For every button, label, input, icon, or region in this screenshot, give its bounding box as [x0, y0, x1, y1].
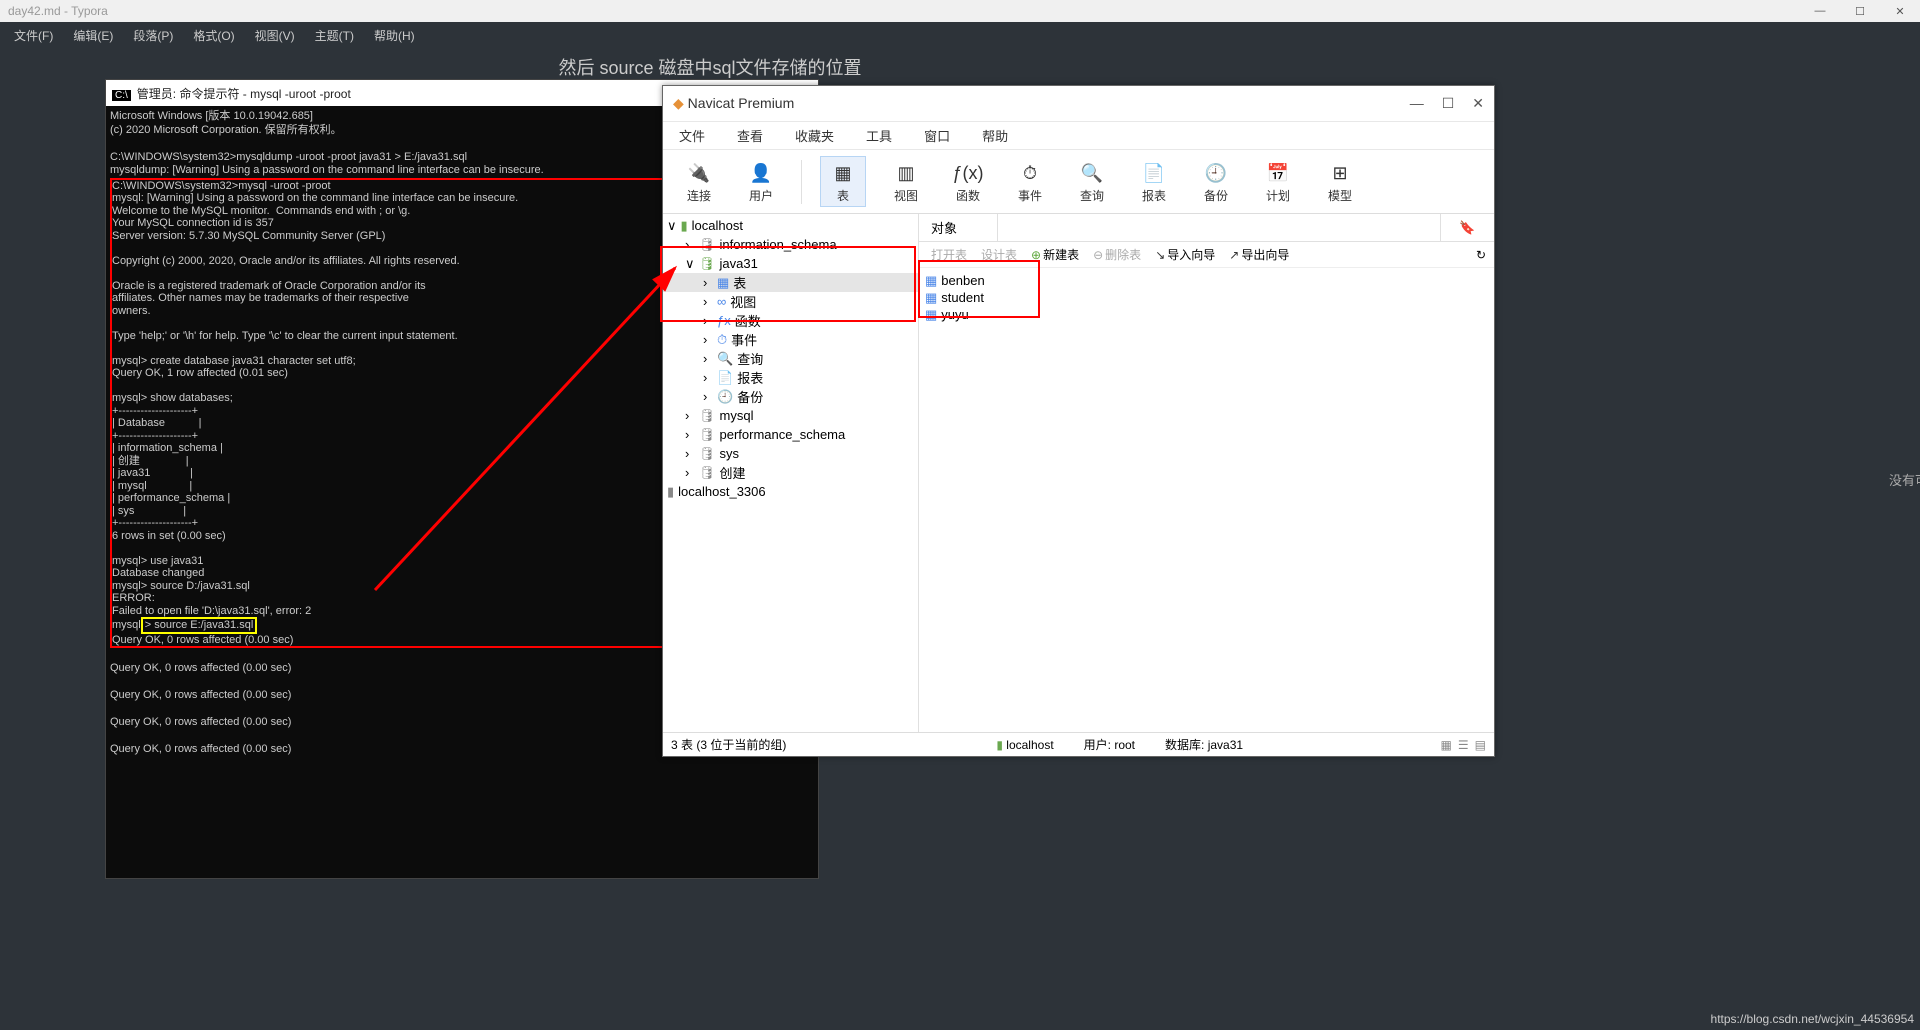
- menu-file[interactable]: 文件: [679, 126, 705, 145]
- list-view-icon[interactable]: ☰: [1458, 738, 1469, 752]
- navicat-toolbar: 🔌连接 👤用户 ▦表 ▥视图 ƒ(x)函数 ⏱事件 🔍查询 📄报表 🕘备份 📅计划 ⊞模型: [663, 150, 1494, 214]
- truncated-sidebar-text: 没有可: [1889, 470, 1920, 489]
- maximize-button[interactable]: ☐: [1840, 0, 1880, 22]
- maximize-button[interactable]: ☐: [1442, 95, 1455, 112]
- menu-paragraph[interactable]: 段落(P): [125, 27, 181, 44]
- menu-help[interactable]: 帮助: [982, 126, 1008, 145]
- tree-extra[interactable]: ▮localhost_3306: [663, 482, 918, 501]
- close-button[interactable]: ✕: [1880, 0, 1920, 22]
- navicat-window: ◆ Navicat Premium — ☐ ✕ 文件 查看 收藏夹 工具 窗口 …: [662, 85, 1495, 757]
- menu-view[interactable]: 查看: [737, 126, 763, 145]
- menu-tools[interactable]: 工具: [866, 126, 892, 145]
- action-删除表: ⊖ 删除表: [1093, 246, 1141, 263]
- annotation-redbox-tables: [918, 260, 1040, 318]
- toolbar-表[interactable]: ▦表: [820, 156, 866, 207]
- action-导入向导[interactable]: ↘ 导入向导: [1155, 246, 1215, 263]
- toolbar-报表[interactable]: 📄报表: [1132, 157, 1176, 206]
- action-导出向导[interactable]: ↗ 导出向导: [1229, 246, 1289, 263]
- status-db: 数据库: java31: [1165, 736, 1243, 753]
- cmd-output-pre: Microsoft Windows [版本 10.0.19042.685] (c…: [110, 110, 544, 176]
- menu-window[interactable]: 窗口: [924, 126, 950, 145]
- toolbar-查询[interactable]: 🔍查询: [1070, 157, 1114, 206]
- menu-edit[interactable]: 编辑(E): [65, 27, 121, 44]
- navicat-window-buttons: — ☐ ✕: [1410, 95, 1484, 112]
- menu-format[interactable]: 格式(O): [185, 27, 242, 44]
- toolbar-备份[interactable]: 🕘备份: [1194, 157, 1238, 206]
- header-side-icons: 🔖: [1440, 214, 1494, 241]
- minimize-button[interactable]: —: [1410, 95, 1424, 112]
- object-search[interactable]: [997, 214, 1440, 241]
- menu-theme[interactable]: 主题(T): [307, 27, 362, 44]
- table-list[interactable]: ▦benben▦student▦yuyu: [919, 268, 1494, 732]
- toolbar-事件[interactable]: ⏱事件: [1008, 157, 1052, 206]
- objects-label: 对象: [919, 218, 997, 237]
- menu-help[interactable]: 帮助(H): [366, 27, 423, 44]
- cmd-yellow-prefix: mysql: [112, 619, 141, 631]
- grid-view-icon[interactable]: ▦: [1441, 738, 1452, 752]
- annotation-redbox-tree: [660, 246, 916, 322]
- toolbar-用户[interactable]: 👤用户: [739, 157, 783, 206]
- navicat-logo-icon: ◆: [673, 95, 684, 111]
- tree-child-报表[interactable]: ›📄报表: [663, 368, 918, 387]
- tree-db-sys[interactable]: ›🛢sys: [663, 444, 918, 463]
- typora-title: day42.md - Typora: [8, 4, 108, 18]
- navicat-title: Navicat Premium: [688, 95, 795, 111]
- tag-icon[interactable]: 🔖: [1459, 220, 1475, 236]
- minimize-button[interactable]: —: [1800, 0, 1840, 22]
- watermark: https://blog.csdn.net/wcjxin_44536954: [1711, 1012, 1914, 1026]
- navicat-menu: 文件 查看 收藏夹 工具 窗口 帮助: [663, 122, 1494, 150]
- close-button[interactable]: ✕: [1472, 95, 1484, 112]
- refresh-icon[interactable]: ↻: [1476, 248, 1494, 262]
- toolbar-函数[interactable]: ƒ(x)函数: [946, 157, 990, 206]
- tree-db-mysql[interactable]: ›🛢mysql: [663, 406, 918, 425]
- status-user: 用户: root: [1084, 736, 1135, 753]
- menu-view[interactable]: 视图(V): [247, 27, 303, 44]
- toolbar-视图[interactable]: ▥视图: [884, 157, 928, 206]
- cmd-yellowbox: > source E:/java31.sql: [141, 617, 258, 634]
- typora-titlebar: day42.md - Typora — ☐ ✕: [0, 0, 1920, 22]
- status-left: 3 表 (3 位于当前的组): [671, 736, 786, 753]
- menu-fav[interactable]: 收藏夹: [795, 126, 834, 145]
- toolbar-连接[interactable]: 🔌连接: [677, 157, 721, 206]
- cmd-icon: C:\: [112, 90, 131, 101]
- connection-icon: ▮: [996, 738, 1003, 752]
- toolbar-计划[interactable]: 📅计划: [1256, 157, 1300, 206]
- tree-db-创建[interactable]: ›🛢创建: [663, 463, 918, 482]
- tree-child-事件[interactable]: ›⏱事件: [663, 330, 918, 349]
- tree-child-查询[interactable]: ›🔍查询: [663, 349, 918, 368]
- cmd-redblock: C:\WINDOWS\system32>mysql -uroot -proot …: [112, 180, 518, 617]
- cmd-red-tail: Query OK, 0 rows affected (0.00 sec): [112, 634, 293, 646]
- status-connection: localhost: [1006, 738, 1053, 752]
- detail-view-icon[interactable]: ▤: [1475, 738, 1486, 752]
- menu-file[interactable]: 文件(F): [6, 27, 61, 44]
- cmd-title-text: 管理员: 命令提示符 - mysql -uroot -proot: [137, 87, 351, 101]
- typora-menu: 文件(F) 编辑(E) 段落(P) 格式(O) 视图(V) 主题(T) 帮助(H…: [0, 22, 1920, 48]
- status-bar: 3 表 (3 位于当前的组) ▮ localhost 用户: root 数据库:…: [663, 732, 1494, 756]
- cmd-output-post: Query OK, 0 rows affected (0.00 sec) Que…: [110, 662, 291, 755]
- tree-child-备份[interactable]: ›🕘备份: [663, 387, 918, 406]
- tree-root[interactable]: ∨▮localhost: [663, 216, 918, 235]
- status-view-icons: ▦ ☰ ▤: [1441, 738, 1486, 752]
- object-header: 对象 🔖: [919, 214, 1494, 242]
- navicat-titlebar: ◆ Navicat Premium — ☐ ✕: [663, 86, 1494, 122]
- typora-window-buttons: — ☐ ✕: [1800, 0, 1920, 22]
- toolbar-模型[interactable]: ⊞模型: [1318, 157, 1362, 206]
- tree-db-performance_schema[interactable]: ›🛢performance_schema: [663, 425, 918, 444]
